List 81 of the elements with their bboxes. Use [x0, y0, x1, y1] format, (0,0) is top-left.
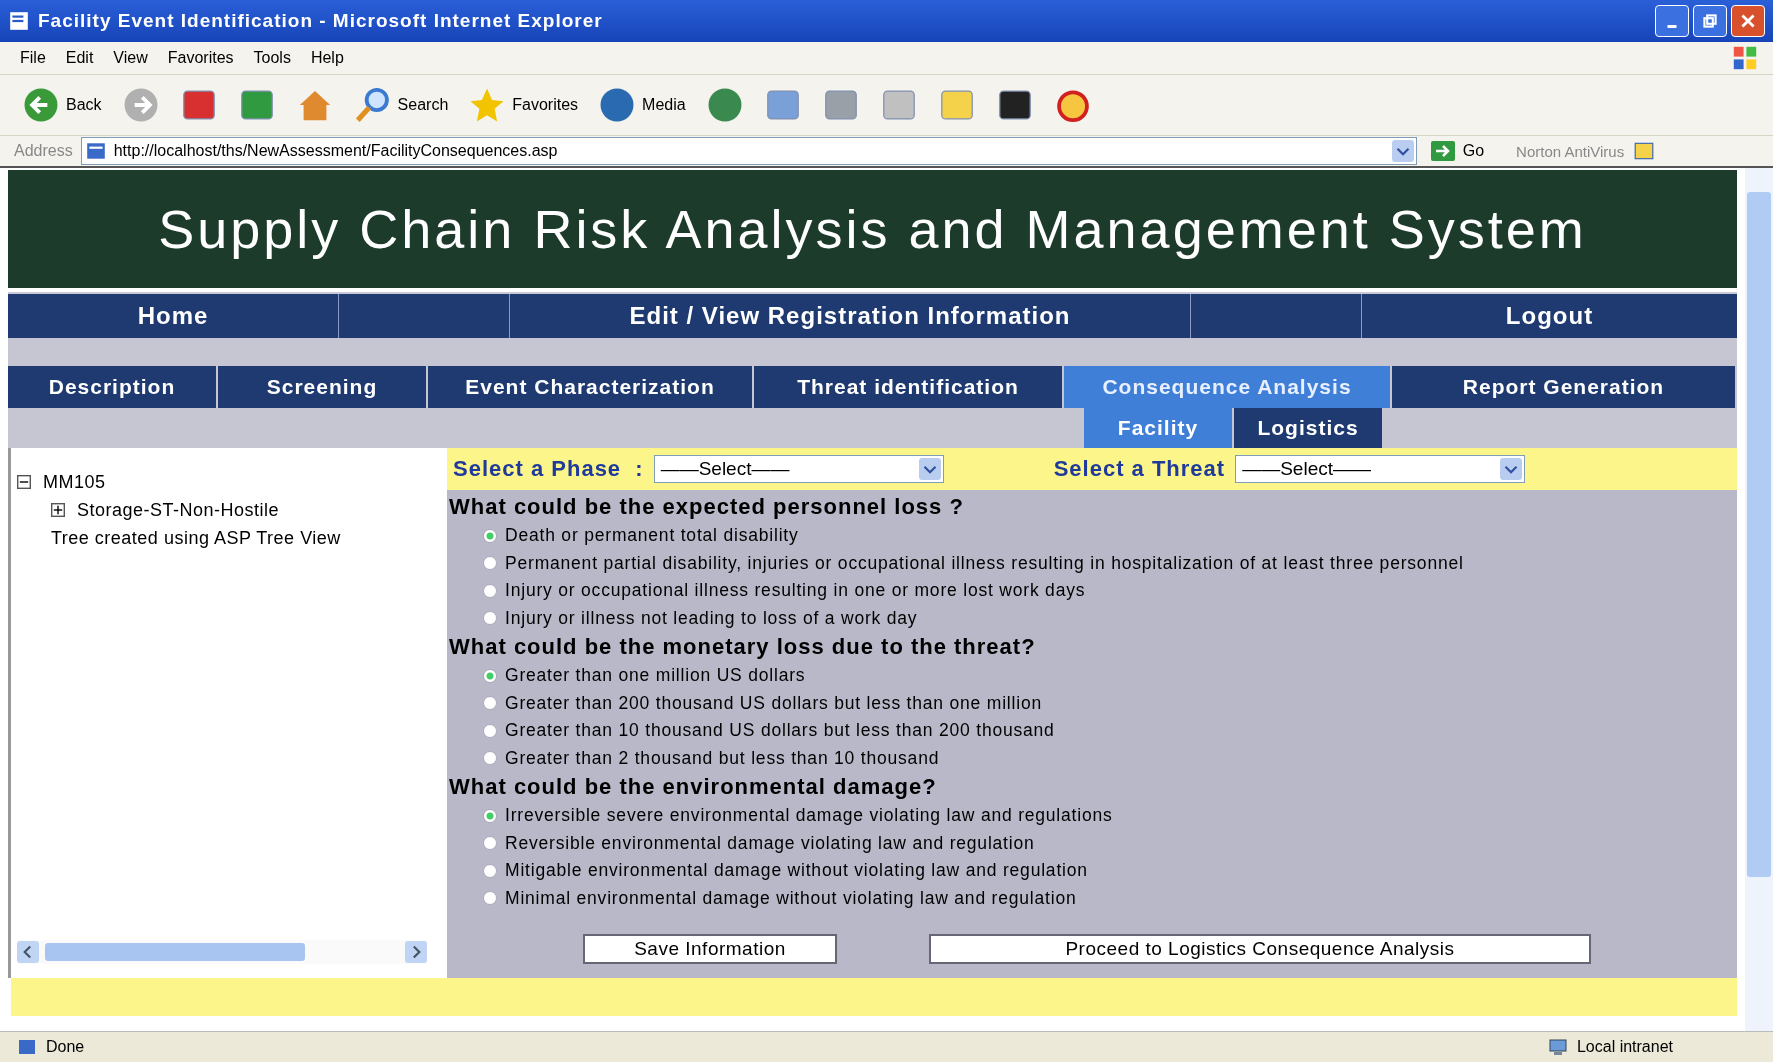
radio-button[interactable] — [483, 808, 497, 823]
menu-item[interactable]: Favorites — [161, 49, 248, 67]
restore-icon — [1703, 14, 1717, 28]
option-label: Minimal environmental damage without violating law and regulation — [505, 887, 1077, 909]
option-label: Greater than one million US dollars — [505, 665, 806, 687]
scroll-right-icon[interactable] — [405, 941, 427, 963]
radio-button[interactable] — [483, 891, 497, 906]
tab[interactable]: Event Characterization — [428, 366, 754, 408]
page-icon — [8, 10, 30, 32]
sub-tab[interactable]: Logistics — [1234, 408, 1384, 448]
radio-button[interactable] — [483, 723, 497, 738]
option-label: Death or permanent total disability — [505, 525, 799, 547]
status-text: Done — [46, 1038, 85, 1056]
scroll-left-icon[interactable] — [17, 941, 39, 963]
option-label: Permanent partial disability, injuries or occupational illness resulting in hospitalization of at least three personnel — [505, 552, 1464, 574]
form-button[interactable]: Save Information — [583, 934, 837, 964]
zone-text: Local intranet — [1576, 1038, 1673, 1056]
radio-button[interactable] — [483, 863, 497, 878]
tree-caption: Tree created using ASP Tree View — [51, 527, 341, 549]
tab[interactable]: Description — [8, 366, 218, 408]
filter-label: Select a Threat — [1053, 456, 1226, 482]
radio-button[interactable] — [483, 583, 497, 598]
tree-node[interactable]: Storage-ST-Non-Hostile — [77, 499, 280, 521]
toolbar-button[interactable]: Media — [592, 84, 692, 126]
restore-button[interactable] — [1693, 5, 1727, 37]
address-label: Address — [14, 142, 73, 160]
horizontal-scrollbar[interactable] — [17, 940, 427, 964]
toolbar-label: Norton AntiVirus — [1516, 142, 1625, 160]
vertical-scrollbar[interactable] — [1745, 168, 1773, 1031]
radio-button[interactable] — [483, 556, 497, 571]
radio-button[interactable] — [483, 751, 497, 766]
site-title: Supply Chain Risk Analysis and Management System — [158, 198, 1587, 260]
option-label: Injury or illness not leading to loss of a work day — [505, 607, 918, 629]
window-title: Facility Event Identification - Microsoft Internet Explorer — [38, 10, 603, 32]
page-icon — [16, 1037, 38, 1057]
back-icon — [22, 86, 60, 124]
filter-label: Select a Phase : — [453, 456, 644, 482]
tab[interactable]: Consequence Analysis — [1064, 366, 1392, 408]
option-label: Greater than 2 thousand but less than 10 thousand — [505, 747, 940, 769]
toolbar-button[interactable]: Back — [16, 84, 108, 126]
address-field[interactable]: http://localhost/ths/NewAssessment/FacilityConsequences.asp — [80, 137, 1417, 165]
minimize-button[interactable] — [1655, 5, 1689, 37]
question-text: What could be the expected personnel loss ? — [449, 493, 965, 521]
collapse-icon[interactable] — [17, 475, 31, 489]
windows-logo-icon — [1731, 44, 1759, 72]
radio-button[interactable] — [483, 668, 497, 683]
expand-icon[interactable] — [51, 503, 65, 517]
menu-item[interactable]: Edit — [59, 49, 108, 67]
menu-item[interactable]: Tools — [247, 49, 305, 67]
tab[interactable]: Screening — [218, 366, 428, 408]
option-label: Greater than 10 thousand US dollars but less than 200 thousand — [505, 720, 1055, 742]
form-button[interactable]: Proceed to Logistics Consequence Analysis — [929, 934, 1591, 964]
tab[interactable]: Threat identification — [754, 366, 1064, 408]
toolbar-button[interactable]: Favorites — [462, 84, 585, 126]
question-text: What could be the monetary loss due to the threat? — [449, 633, 1037, 661]
radio-button[interactable] — [483, 528, 497, 543]
go-button[interactable]: Go — [1424, 140, 1491, 162]
question-text: What could be the environmental damage? — [449, 773, 938, 801]
select-dropdown[interactable]: ——Select—— — [653, 455, 944, 483]
menu-item[interactable]: View — [107, 49, 162, 67]
menu-item[interactable]: Help — [304, 49, 358, 67]
search-icon — [353, 86, 392, 124]
menu-item[interactable]: File — [14, 49, 60, 67]
minimize-icon — [1667, 24, 1677, 28]
close-icon — [1741, 14, 1755, 28]
toolbar-button[interactable]: Search — [347, 84, 455, 126]
option-label: Injury or occupational illness resulting in one or more lost work days — [505, 580, 1086, 602]
computer-icon — [1546, 1037, 1569, 1057]
select-dropdown[interactable]: ——Select—— — [1235, 455, 1526, 483]
option-label: Mitigable environmental damage without violating law and regulation — [505, 860, 1088, 882]
option-label: Irreversible severe environmental damage violating law and regulations — [505, 805, 1113, 827]
nav-link[interactable]: Home — [8, 294, 338, 338]
radio-button[interactable] — [483, 611, 497, 626]
radio-button[interactable] — [483, 836, 497, 851]
sub-tab[interactable]: Facility — [1084, 408, 1234, 448]
close-button[interactable] — [1731, 5, 1765, 37]
tab[interactable]: Report Generation — [1392, 366, 1737, 408]
radio-button[interactable] — [483, 696, 497, 711]
tree-node[interactable]: MM105 — [43, 471, 106, 493]
option-label: Reversible environmental damage violating law and regulation — [505, 832, 1035, 854]
option-label: Greater than 200 thousand US dollars but less than one million — [505, 692, 1042, 714]
